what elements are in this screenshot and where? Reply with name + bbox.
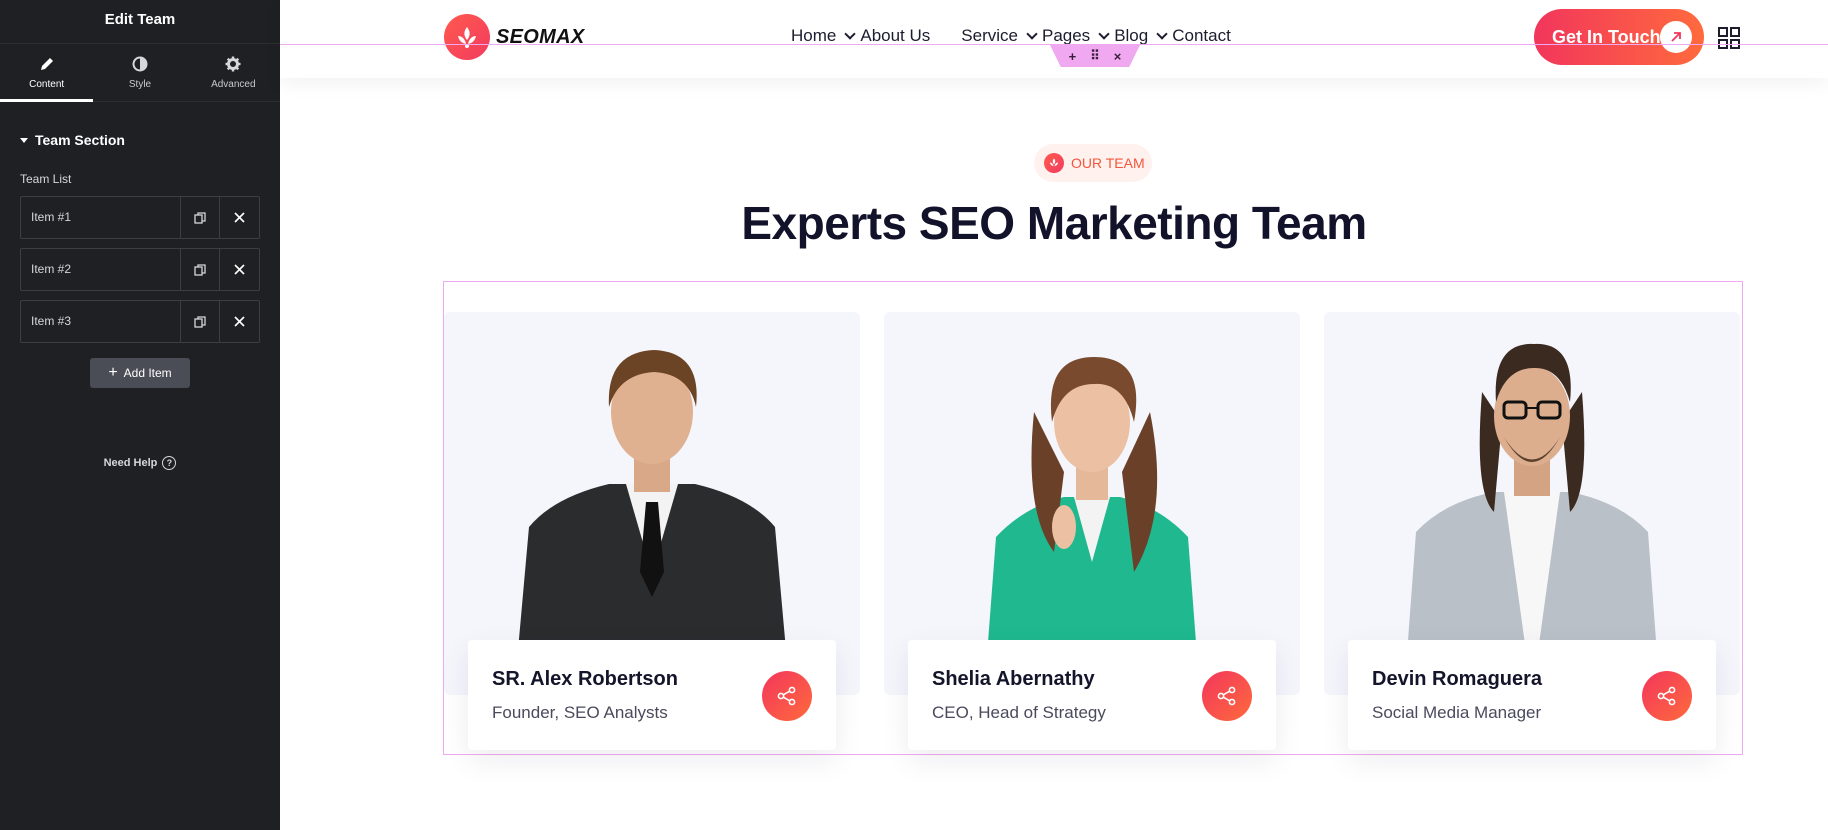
duplicate-button[interactable] [181,301,220,342]
section-title: Experts SEO Marketing Team [741,197,1367,249]
selection-guide-line [280,44,1828,45]
share-icon [1657,686,1676,706]
member-role: Social Media Manager [1372,703,1542,722]
gear-icon [225,56,241,72]
nav-item-pages[interactable]: Pages [1042,26,1114,46]
repeater-item-title[interactable]: Item #1 [21,197,181,238]
team-card: SR. Alex Robertson Founder, SEO Analysts [444,312,860,755]
duplicate-icon [194,211,206,224]
chevron-down-icon [1098,27,1110,40]
repeater-item: Item #1 [20,196,260,239]
duplicate-icon [194,315,206,328]
tab-advanced-label: Advanced [211,79,256,90]
duplicate-icon [194,263,206,276]
plus-icon: + [108,364,118,381]
pencil-icon [40,58,53,70]
repeater-item-title[interactable]: Item #2 [21,249,181,290]
team-card: Shelia Abernathy CEO, Head of Strategy [884,312,1300,755]
member-role: Founder, SEO Analysts [492,703,668,722]
panel-tabs: Content Style Advanced [0,44,280,102]
main-nav: Home About Us Service Pages Blog Contact [791,26,1231,46]
team-card: Devin Romaguera Social Media Manager [1324,312,1740,755]
tab-advanced[interactable]: Advanced [187,44,280,101]
add-item-button[interactable]: + Add Item [90,358,190,388]
add-item-label: Add Item [123,366,172,380]
nav-item-service[interactable]: Service [961,26,1042,46]
nav-pages-label: Pages [1041,26,1091,45]
logo-mark-icon [444,14,490,60]
team-widget[interactable]: SR. Alex Robertson Founder, SEO Analysts [443,281,1743,755]
site-header: SEOMAX Home About Us Service Pages Blog [280,0,1828,78]
get-in-touch-button[interactable]: Get In Touch [1534,9,1704,65]
logo-text: SEOMAX [496,25,585,48]
panel-title: Edit Team [0,0,280,44]
tab-content[interactable]: Content [0,44,94,102]
remove-button[interactable] [220,249,259,290]
half-circle-icon [132,56,148,72]
arrow-up-right-icon [1660,21,1692,53]
team-card-info: SR. Alex Robertson Founder, SEO Analysts [468,640,836,750]
drag-handle-icon[interactable]: ⠿ [1090,48,1100,64]
nav-item-contact[interactable]: Contact [1172,26,1231,46]
section-toggle-team[interactable]: Team Section [20,132,280,148]
team-card-info: Shelia Abernathy CEO, Head of Strategy [908,640,1276,750]
nav-item-home[interactable]: Home [791,26,860,46]
nav-item-about[interactable]: About Us [860,26,930,46]
share-icon [777,686,796,706]
repeater-item: Item #2 [20,248,260,291]
member-name: Devin Romaguera [1372,668,1543,690]
section-badge: OUR TEAM [1034,144,1152,182]
team-list-label: Team List [20,172,72,186]
section-toggle-label: Team Section [35,132,125,148]
need-help-label: Need Help [103,457,158,469]
member-role: CEO, Head of Strategy [932,703,1106,722]
duplicate-button[interactable] [181,197,220,238]
chevron-down-icon [844,27,857,40]
nav-service-label: Service [961,26,1018,45]
editor-panel: Edit Team Content Style Advanced Team Se… [0,0,280,830]
add-element-icon[interactable]: + [1069,49,1077,64]
member-name: SR. Alex Robertson [492,668,678,690]
nav-contact-label: Contact [1172,26,1231,45]
share-icon [1217,686,1236,706]
repeater-item-title[interactable]: Item #3 [21,301,181,342]
tab-style-label: Style [128,79,152,90]
tab-style[interactable]: Style [93,44,186,101]
tab-content-label: Content [29,79,65,90]
remove-button[interactable] [220,301,259,342]
preview-canvas: SEOMAX Home About Us Service Pages Blog [280,0,1828,830]
close-icon [234,316,245,327]
close-icon [234,212,245,223]
site-logo[interactable]: SEOMAX [444,14,584,60]
member-name: Shelia Abernathy [932,668,1095,690]
chevron-down-icon [1156,27,1168,40]
chevron-down-icon [1026,27,1038,40]
question-icon: ? [162,456,177,470]
repeater-item: Item #3 [20,300,260,343]
close-icon [234,264,245,275]
team-member-photo [1324,312,1740,695]
nav-home-label: Home [791,26,837,45]
element-handle[interactable]: + ⠿ × [1050,45,1140,67]
duplicate-button[interactable] [181,249,220,290]
nav-item-blog[interactable]: Blog [1114,26,1172,46]
delete-element-icon[interactable]: × [1114,49,1122,64]
remove-button[interactable] [220,197,259,238]
team-card-info: Devin Romaguera Social Media Manager [1348,640,1716,750]
badge-label: OUR TEAM [1071,155,1145,171]
team-member-photo [884,312,1300,695]
grid-menu-icon[interactable] [1718,27,1740,49]
team-repeater: Item #1 Item #2 Item #3 [20,196,260,343]
logo-mark-icon [1044,153,1064,173]
nav-blog-label: Blog [1114,26,1149,45]
need-help-link[interactable]: Need Help ? [0,456,280,470]
share-button[interactable] [1202,671,1252,721]
share-button[interactable] [762,671,812,721]
caret-down-icon [20,137,28,143]
share-button[interactable] [1642,671,1692,721]
team-member-photo [444,312,860,695]
nav-about-label: About Us [860,26,931,45]
